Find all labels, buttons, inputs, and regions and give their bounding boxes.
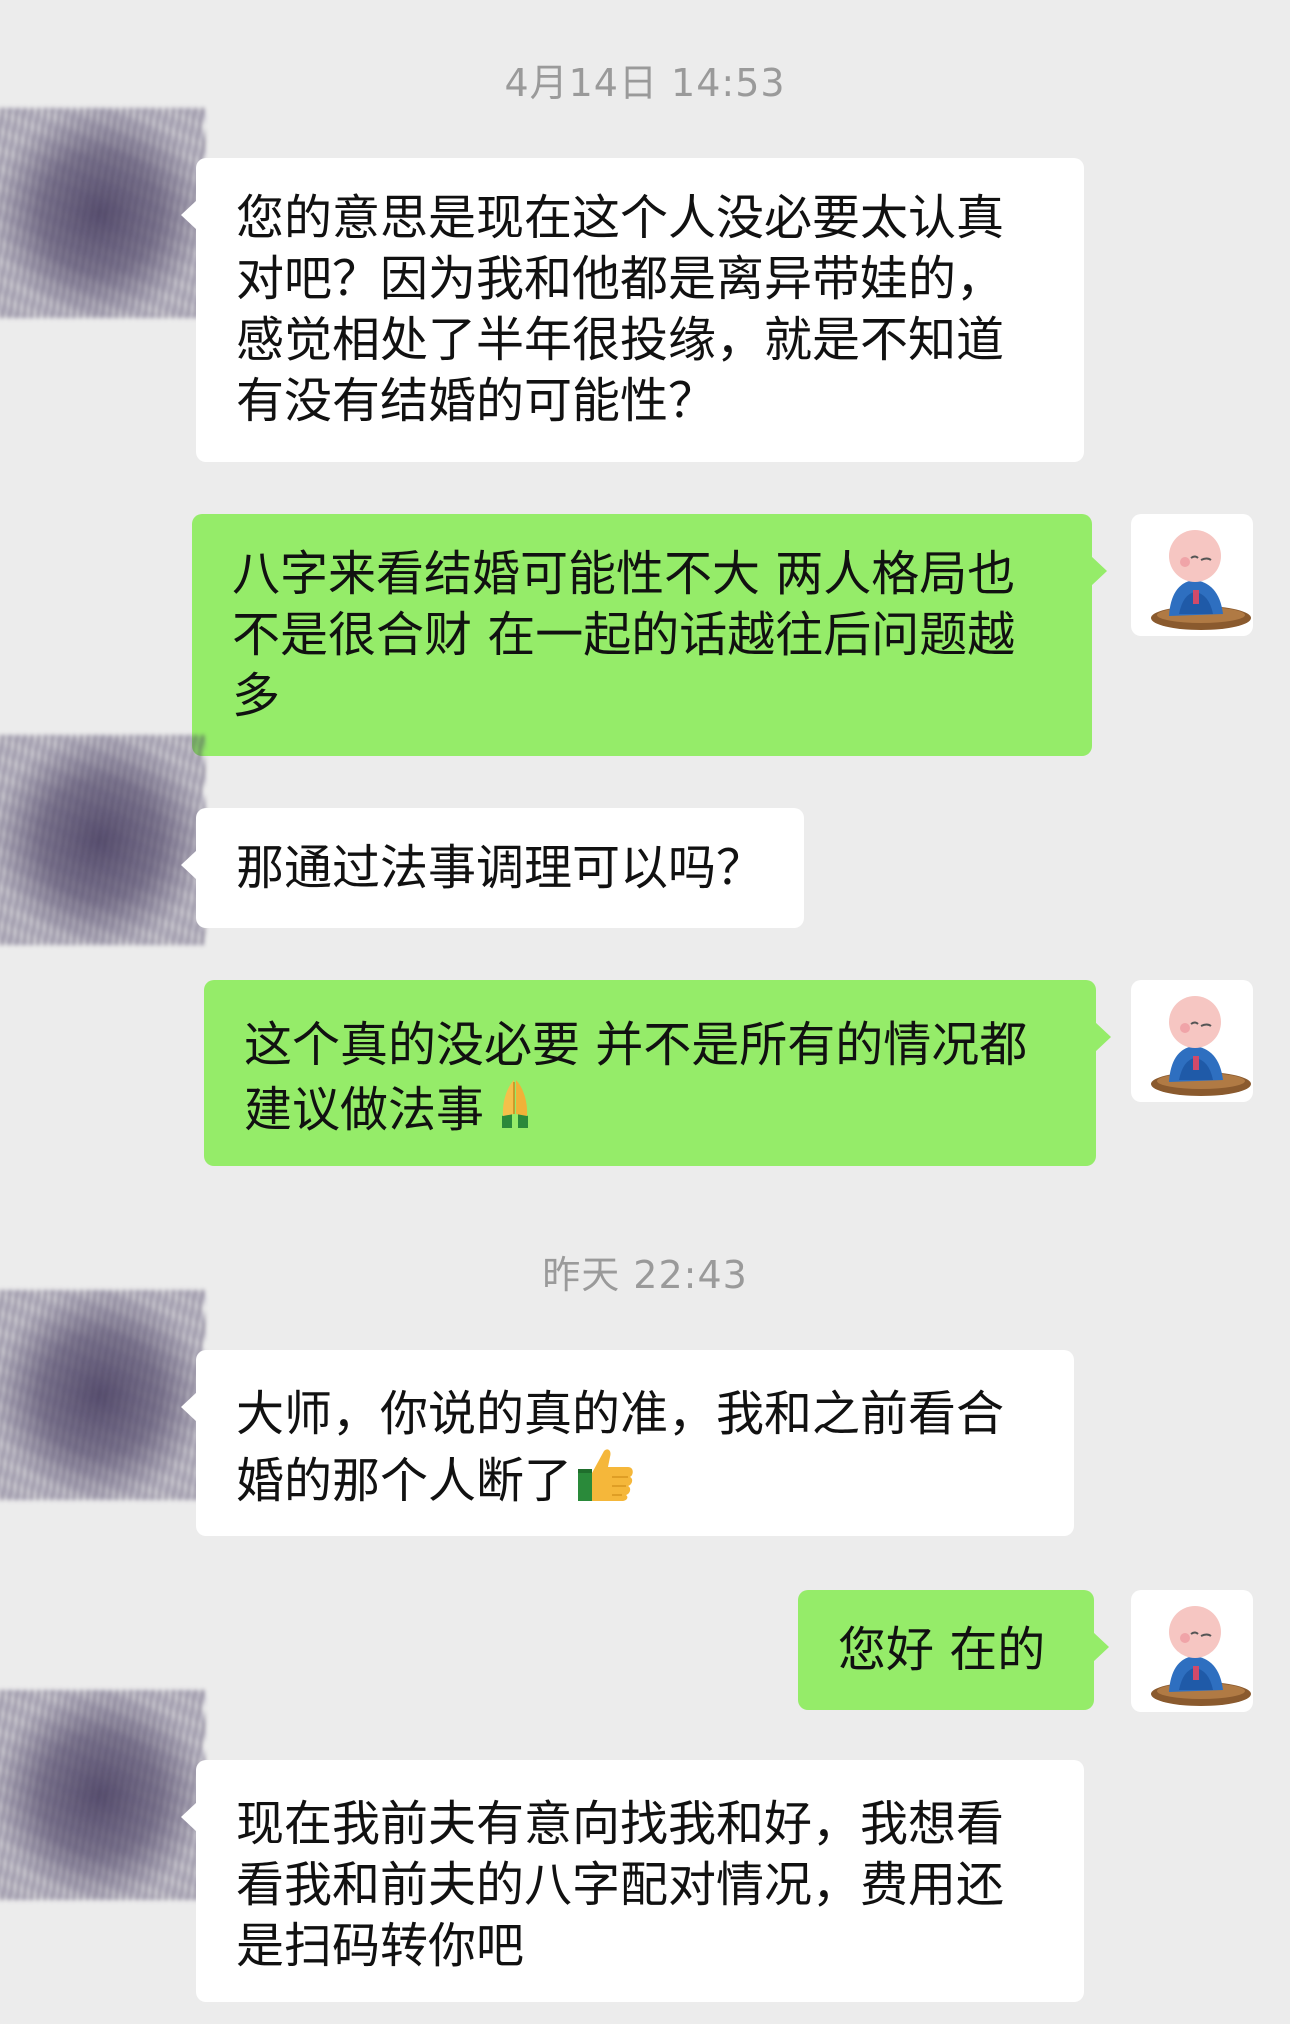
avatar[interactable] xyxy=(1131,1590,1253,1712)
timestamp: 4月14日 14:53 xyxy=(504,61,786,105)
blurred-avatar[interactable] xyxy=(0,1290,205,1500)
blurred-avatar[interactable] xyxy=(0,1690,205,1900)
message-bubble-incoming[interactable]: 您的意思是现在这个人没必要太认真 对吧？因为我和他都是离异带娃的， 感觉相处了半… xyxy=(181,158,1084,462)
message-text: 现在我前夫有意向找我和好，我想看 看我和前夫的八字配对情况，费用还 是扫码转你吧 xyxy=(236,1796,1005,1974)
monk-avatar-icon xyxy=(1151,530,1251,630)
message-text: 您的意思是现在这个人没必要太认真 对吧？因为我和他都是离异带娃的， 感觉相处了半… xyxy=(236,190,1005,429)
pray-emoji-icon xyxy=(488,1076,542,1147)
message-text: 八字来看结婚可能性不大 两人格局也 不是很合财 在一起的话越往后问题越 多 xyxy=(232,546,1016,724)
message-bubble-outgoing[interactable]: 八字来看结婚可能性不大 两人格局也 不是很合财 在一起的话越往后问题越 多 xyxy=(192,514,1107,756)
thumbs-up-emoji-icon xyxy=(576,1445,636,1518)
monk-avatar-icon xyxy=(1151,1606,1251,1706)
message-bubble-outgoing[interactable]: 您好 在的 xyxy=(798,1590,1109,1710)
message-bubble-incoming[interactable]: 那通过法事调理可以吗？ xyxy=(181,808,804,928)
message-text: 这个真的没必要 并不是所有的情况都 建议做法事 xyxy=(244,1017,1028,1138)
message-bubble-incoming[interactable]: 大师，你说的真的准，我和之前看合 婚的那个人断了 xyxy=(181,1350,1074,1536)
message-text: 您好 在的 xyxy=(838,1622,1046,1678)
blurred-avatar[interactable] xyxy=(0,735,205,945)
monk-avatar-icon xyxy=(1151,996,1251,1096)
message-text: 那通过法事调理可以吗？ xyxy=(236,840,765,896)
avatar[interactable] xyxy=(1131,514,1253,636)
message-bubble-outgoing[interactable]: 这个真的没必要 并不是所有的情况都 建议做法事 xyxy=(204,980,1111,1166)
avatar[interactable] xyxy=(1131,980,1253,1102)
message-bubble-incoming[interactable]: 现在我前夫有意向找我和好，我想看 看我和前夫的八字配对情况，费用还 是扫码转你吧 xyxy=(181,1760,1084,2002)
blurred-avatar[interactable] xyxy=(0,108,205,318)
